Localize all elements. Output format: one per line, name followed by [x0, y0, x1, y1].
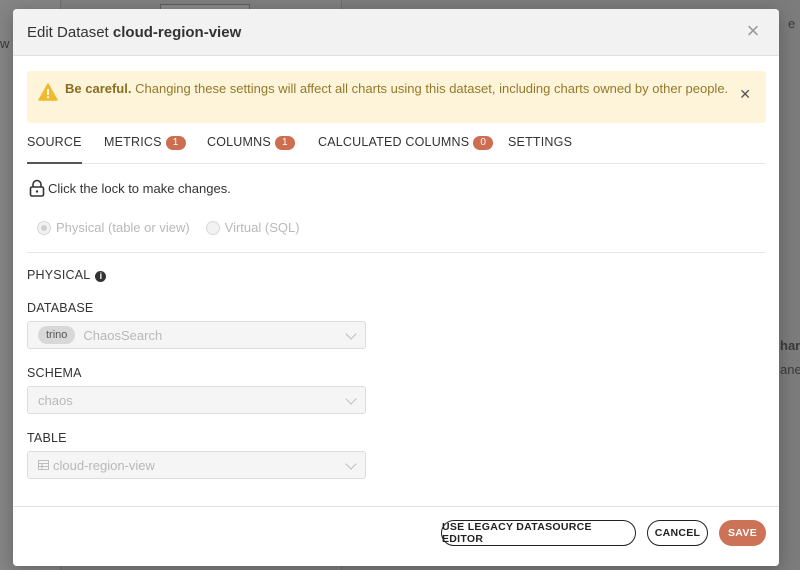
database-backend-tag: trino [38, 326, 76, 344]
tab-label: SETTINGS [508, 135, 573, 149]
alert-close-icon[interactable]: ✕ [739, 86, 751, 103]
dataset-name: cloud-region-view [112, 23, 242, 41]
alert-strong: Be careful. [65, 81, 132, 96]
use-legacy-editor-button[interactable]: USE LEGACY DATASOURCE EDITOR [441, 520, 636, 546]
tab-label: SOURCE [27, 135, 82, 149]
bg-text: ane [780, 362, 800, 377]
close-icon[interactable]: × [743, 20, 763, 42]
table-value: cloud-region-view [53, 457, 155, 473]
bg-text: har [780, 338, 800, 353]
divider [27, 252, 766, 253]
tab-badge: 0 [473, 136, 494, 150]
tab-label: CALCULATED COLUMNS [318, 135, 470, 149]
tab-label: METRICS [104, 135, 162, 149]
lock-row: Click the lock to make changes. [29, 179, 231, 197]
schema-select[interactable]: chaos [27, 386, 366, 414]
schema-label: SCHEMA [27, 366, 82, 380]
edit-dataset-modal: Edit Dataset cloud-region-view × Be care… [13, 9, 779, 566]
alert-text: Changing these settings will affect all … [135, 81, 729, 96]
tab-calculated-columns[interactable]: CALCULATED COLUMNS 0 [318, 135, 494, 164]
radio-label: Physical (table or view) [56, 220, 190, 235]
cancel-button[interactable]: CANCEL [647, 520, 708, 546]
tab-columns[interactable]: COLUMNS 1 [207, 135, 295, 164]
tab-badge: 1 [274, 136, 295, 150]
chevron-down-icon [345, 458, 357, 470]
modal-footer: USE LEGACY DATASOURCE EDITOR CANCEL SAVE [13, 506, 779, 566]
modal-header: Edit Dataset cloud-region-view × [13, 9, 779, 56]
tab-source[interactable]: SOURCE [27, 135, 82, 164]
tab-metrics[interactable]: METRICS 1 [104, 135, 186, 164]
table-icon [38, 460, 49, 470]
radio-virtual[interactable]: Virtual (SQL) [205, 220, 300, 235]
table-label: TABLE [27, 431, 67, 445]
modal-title-prefix: Edit Dataset [27, 23, 109, 41]
radio-label: Virtual (SQL) [224, 220, 300, 235]
radio-button[interactable] [205, 220, 220, 235]
database-select[interactable]: trino ChaosSearch [27, 321, 366, 349]
schema-value: chaos [38, 392, 73, 408]
radio-physical[interactable]: Physical (table or view) [37, 220, 190, 235]
modal-title: Edit Dataset cloud-region-view [27, 24, 241, 41]
lock-text: Click the lock to make changes. [48, 180, 231, 196]
radio-button[interactable] [37, 220, 51, 235]
info-icon[interactable]: i [95, 271, 107, 282]
warning-icon [38, 83, 58, 101]
tab-label: COLUMNS [207, 135, 271, 149]
bg-text: w [0, 36, 10, 51]
alert-message: Be careful. Changing these settings will… [65, 79, 730, 98]
tab-badge: 1 [165, 136, 186, 150]
table-select[interactable]: cloud-region-view [27, 451, 366, 479]
bg-text: e [788, 16, 796, 31]
source-type-radios: Physical (table or view) Virtual (SQL) [37, 220, 316, 235]
lock-icon[interactable] [29, 179, 45, 197]
physical-heading-label: PHYSICAL [27, 268, 91, 282]
tab-settings[interactable]: SETTINGS [508, 135, 572, 164]
database-label: DATABASE [27, 301, 94, 315]
database-value: ChaosSearch [83, 327, 163, 343]
warning-alert: Be careful. Changing these settings will… [27, 71, 766, 123]
chevron-down-icon [345, 328, 357, 340]
tab-bar: SOURCE METRICS 1 COLUMNS 1 CALCULATED COLU… [27, 132, 766, 164]
physical-heading: PHYSICAL i [27, 268, 107, 282]
chevron-down-icon [345, 393, 357, 405]
save-button[interactable]: SAVE [719, 520, 766, 546]
